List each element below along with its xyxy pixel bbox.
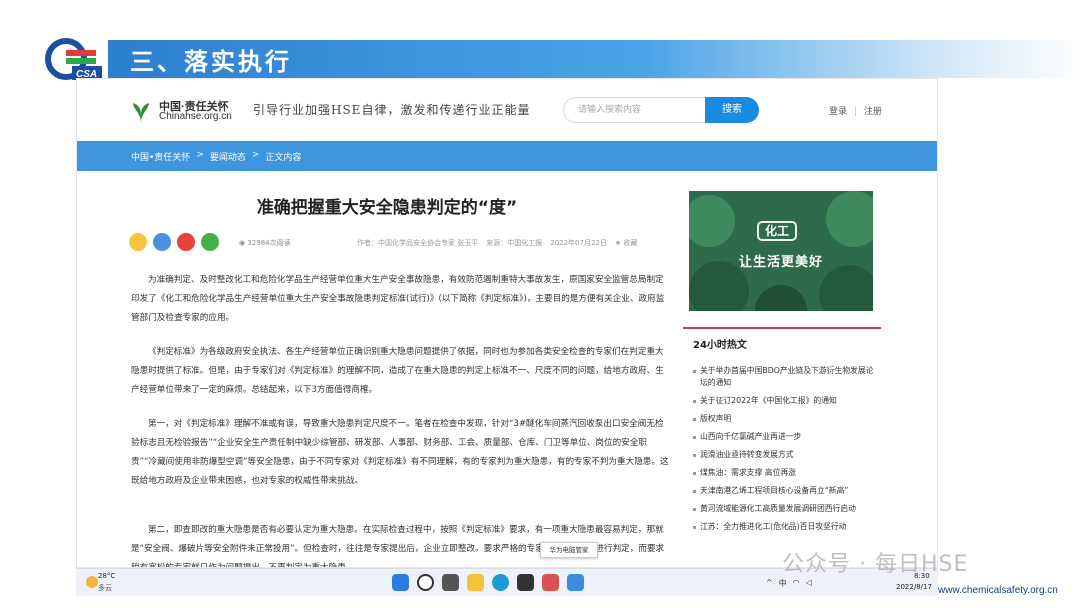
article-date: 2022年07月22日 [550,239,607,247]
volume-icon[interactable]: ◁ [806,578,812,589]
article-meta: 作者：中国化学品安全协会专家 张玉平 来源：中国化工报 2022年07月22日 … [357,238,637,248]
hot-article-link[interactable]: 煤焦油：需求支撑 高位再涨 [693,467,881,479]
login-link[interactable]: 登录 [829,107,847,117]
taskbar-tooltip: 华为电脑管家 [540,542,598,558]
system-tray: ^ 中 ◠ ◁ [766,578,812,589]
slide-title-bar: 三、落实执行 [108,40,1080,78]
site-slogan: 引导行业加强HSE自律，激发和传递行业正能量 [253,103,531,117]
article-paragraph: 第一，对《判定标准》理解不准或有误，导致重大隐患判定尺度不一。笔者在检查中发现，… [131,419,669,486]
breadcrumb-bar: 中国•责任关怀 > 要闻动态 > 正文内容 [77,141,937,171]
app-icon[interactable] [567,574,584,591]
hot-divider [683,327,881,329]
clock-date[interactable]: 2022/8/17 [896,583,932,591]
breadcrumb: 中国•责任关怀 > 要闻动态 > 正文内容 [131,150,301,163]
store-icon[interactable] [517,574,534,591]
share-buttons [129,233,219,251]
footer-url: www.chemicalsafety.org.cn [938,585,1058,596]
account-separator: | [853,107,857,117]
hot-article-link[interactable]: 天津南港乙烯工程项目核心设备再立“新高” [693,485,881,497]
weibo-share-icon[interactable] [177,233,195,251]
hot-articles-list: 关于举办首届中国BDO产业链及下游衍生物发展论坛的通知 关于征订2022年《中国… [693,365,881,539]
taskbar-apps [392,574,584,591]
hot-article-link[interactable]: 关于举办首届中国BDO产业链及下游衍生物发展论坛的通知 [693,365,881,389]
article-title: 准确把握重大安全隐患判定的“度” [256,198,518,218]
site-domain: Chinahse.org.cn [159,111,232,122]
article: 准确把握重大安全隐患判定的“度” ◉ 32984次阅读 作者：中国化学品安全协会… [117,171,675,567]
sidebar: 化工 让生活更美好 24小时热文 关于举办首届中国BDO产业链及下游衍生物发展论… [683,171,881,567]
article-paragraph: 为准确判定、及时整改化工和危险化学品生产经营单位重大生产安全事故隐患，有效防范遏… [131,275,665,323]
file-explorer-icon[interactable] [467,574,484,591]
article-source: 来源：中国化工报 [486,239,543,247]
breadcrumb-news[interactable]: 要闻动态 [210,150,246,163]
hot-article-link[interactable]: 江苏：全力推进化工(危化品)百日攻坚行动 [693,521,881,533]
csa-logo: CSA [42,36,104,82]
task-view-icon[interactable] [442,574,459,591]
leaf-logo-icon [133,103,149,123]
breadcrumb-separator: > [196,150,204,160]
breadcrumb-home[interactable]: 中国•责任关怀 [131,150,190,163]
temperature: 28°C [98,572,116,580]
search-input[interactable]: 请输入搜索内容 [563,97,705,123]
start-icon[interactable] [392,574,409,591]
weather-icon[interactable] [86,576,98,588]
slide-title: 三、落实执行 [130,48,292,76]
hot-article-link[interactable]: 黄河流域能源化工高质量发展调研团西行启动 [693,503,881,515]
qq-share-icon[interactable] [153,233,171,251]
ad-text: 让生活更美好 [738,255,823,270]
wechat-share-icon[interactable] [201,233,219,251]
hot-article-link[interactable]: 润滑油业亟待转变发展方式 [693,449,881,461]
article-paragraph: 《判定标准》为各级政府安全执法、各生产经营单位正确识别重大隐患问题提供了依据，同… [131,347,664,395]
site-header: 中国·责任关怀 Chinahse.org.cn 引导行业加强HSE自律，激发和传… [77,79,937,141]
account-links: 登录 | 注册 [829,104,882,117]
search-icon[interactable] [417,574,434,591]
ad-banner[interactable]: 化工 让生活更美好 [689,191,873,311]
chevron-up-icon[interactable]: ^ [766,578,773,589]
weather-text: 多云 [98,584,112,592]
read-count: ◉ 32984次阅读 [239,239,291,247]
ime-indicator[interactable]: 中 [779,578,787,589]
wechat-watermark: 公众号 · 每日HSE [782,552,969,577]
breadcrumb-separator: > [251,150,260,160]
qzone-share-icon[interactable] [129,233,147,251]
hot-articles-title: 24小时热文 [693,340,747,351]
article-author: 作者：中国化学品安全协会专家 张玉平 [357,239,479,247]
hot-article-link[interactable]: 版权声明 [693,413,881,425]
webpage-screenshot: 中国·责任关怀 Chinahse.org.cn 引导行业加强HSE自律，激发和传… [76,78,938,568]
app-icon[interactable] [542,574,559,591]
hot-article-link[interactable]: 关于征订2022年《中国化工报》的通知 [693,395,881,407]
ad-label: 化工 [757,221,797,241]
breadcrumb-current: 正文内容 [265,153,302,163]
search-button[interactable]: 搜索 [705,97,759,123]
edge-icon[interactable] [492,574,509,591]
register-link[interactable]: 注册 [864,107,882,117]
favorite-button[interactable]: ★ 收藏 [615,238,638,248]
wifi-icon[interactable]: ◠ [793,578,800,589]
hot-article-link[interactable]: 山西向千亿氯碱产业再进一步 [693,431,881,443]
